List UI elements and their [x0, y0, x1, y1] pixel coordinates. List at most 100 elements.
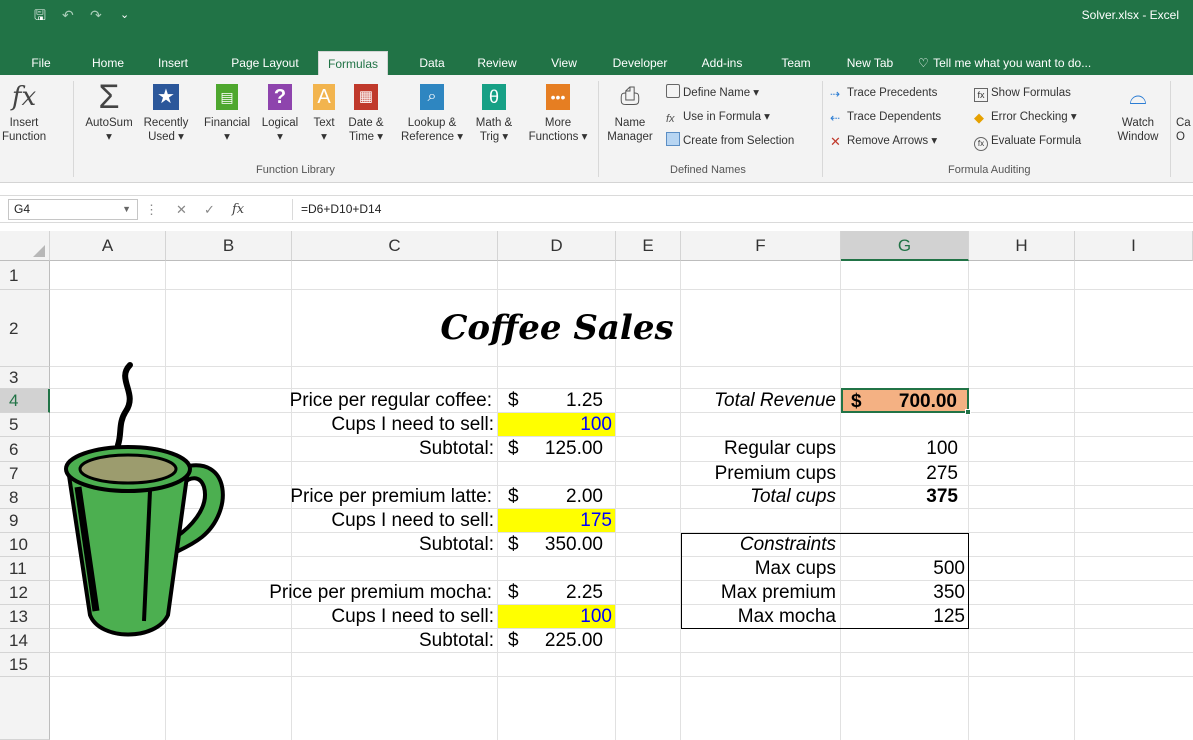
- row-header-9[interactable]: 9: [0, 509, 50, 533]
- column-header-c[interactable]: C: [292, 231, 498, 261]
- tab-developer[interactable]: Developer: [604, 51, 676, 75]
- more-functions-button[interactable]: ••• More Functions ▾: [524, 81, 592, 144]
- cell-d14[interactable]: $ 225.00: [498, 629, 615, 652]
- select-all-corner[interactable]: [0, 231, 50, 261]
- name-box[interactable]: G4 ▼: [8, 199, 138, 220]
- cell-g7[interactable]: 275: [841, 462, 968, 485]
- row-header-11[interactable]: 11: [0, 557, 50, 581]
- column-header-i[interactable]: I: [1075, 231, 1193, 261]
- cell-f12[interactable]: Max premium: [681, 581, 840, 604]
- tab-team[interactable]: Team: [772, 51, 820, 75]
- cell-d6[interactable]: $ 125.00: [498, 437, 615, 461]
- cell-f11[interactable]: Max cups: [681, 557, 840, 580]
- date-time-button[interactable]: ▦ Date & Time ▾: [340, 81, 392, 144]
- cell-c6[interactable]: Subtotal:: [292, 437, 497, 461]
- customize-quick-access-icon[interactable]: ⌄: [120, 0, 129, 30]
- cell-g13[interactable]: 125: [841, 605, 968, 628]
- cell-d4[interactable]: $ 1.25: [498, 389, 615, 412]
- cancel-icon[interactable]: ✕: [176, 200, 187, 220]
- remove-arrows-button[interactable]: ✕ Remove Arrows ▾: [830, 132, 937, 150]
- name-manager-button[interactable]: ⎙ Name Manager: [604, 81, 656, 144]
- redo-icon[interactable]: ↷: [90, 0, 102, 30]
- column-header-d[interactable]: D: [498, 231, 616, 261]
- cell-d12[interactable]: $ 2.25: [498, 581, 615, 604]
- tab-new-tab[interactable]: New Tab: [840, 51, 900, 75]
- show-formulas-button[interactable]: fx Show Formulas: [974, 84, 1071, 102]
- cell-f13[interactable]: Max mocha: [681, 605, 840, 628]
- tab-file[interactable]: File: [20, 51, 62, 75]
- evaluate-formula-button[interactable]: fx Evaluate Formula: [974, 132, 1081, 151]
- use-in-formula-button[interactable]: fx Use in Formula ▾: [666, 108, 770, 126]
- recently-used-button[interactable]: ★ Recently Used ▾: [140, 81, 192, 144]
- coffee-mug-image[interactable]: [52, 359, 252, 649]
- text-button[interactable]: A Text ▾: [308, 81, 340, 144]
- cell-g8[interactable]: 375: [841, 486, 968, 508]
- column-header-f[interactable]: F: [681, 231, 841, 261]
- row-header-2[interactable]: 2: [0, 290, 50, 367]
- lookup-reference-button[interactable]: ⌕ Lookup & Reference ▾: [396, 81, 468, 144]
- row-header-8[interactable]: 8: [0, 486, 50, 509]
- tab-home[interactable]: Home: [80, 51, 136, 75]
- formula-input[interactable]: =D6+D10+D14: [292, 199, 1187, 220]
- tab-review[interactable]: Review: [470, 51, 524, 75]
- cell-d10[interactable]: $ 350.00: [498, 533, 615, 556]
- cell-d13[interactable]: 100: [498, 605, 615, 628]
- column-header-a[interactable]: A: [50, 231, 166, 261]
- cell-g4-selected[interactable]: $ 700.00: [841, 388, 971, 415]
- trace-precedents-button[interactable]: ⇢ Trace Precedents: [830, 84, 937, 102]
- cell-c5[interactable]: Cups I need to sell:: [292, 413, 497, 436]
- save-icon[interactable]: 🖫: [34, 0, 46, 30]
- enter-icon[interactable]: ✓: [204, 200, 215, 220]
- column-header-h[interactable]: H: [969, 231, 1075, 261]
- tab-formulas[interactable]: Formulas: [318, 51, 389, 75]
- logical-button[interactable]: ? Logical ▾: [256, 81, 304, 144]
- watch-window-button[interactable]: ⌓ Watch Window: [1112, 81, 1164, 144]
- math-trig-button[interactable]: θ Math & Trig ▾: [468, 81, 520, 144]
- cell-d8[interactable]: $ 2.00: [498, 486, 615, 508]
- calculation-options-button[interactable]: Ca O: [1176, 81, 1193, 144]
- cell-c13[interactable]: Cups I need to sell:: [292, 605, 497, 628]
- row-header-10[interactable]: 10: [0, 533, 50, 557]
- autosum-button[interactable]: Σ AutoSum ▾: [78, 80, 140, 144]
- cell-f4[interactable]: Total Revenue: [681, 389, 840, 412]
- cell-d5[interactable]: 100: [498, 413, 615, 436]
- error-checking-button[interactable]: ◆ Error Checking ▾: [974, 108, 1077, 126]
- cell-c9[interactable]: Cups I need to sell:: [292, 509, 497, 532]
- cell-c10[interactable]: Subtotal:: [292, 533, 497, 556]
- tab-page-layout[interactable]: Page Layout: [222, 51, 308, 75]
- row-header-7[interactable]: 7: [0, 462, 50, 486]
- cell-c14[interactable]: Subtotal:: [292, 629, 497, 652]
- cell-f6[interactable]: Regular cups: [681, 437, 840, 461]
- insert-function-icon[interactable]: fx: [232, 200, 244, 220]
- tab-data[interactable]: Data: [408, 51, 456, 75]
- tab-insert[interactable]: Insert: [150, 51, 196, 75]
- chevron-down-icon[interactable]: ▼: [122, 200, 131, 219]
- row-header-5[interactable]: 5: [0, 413, 50, 437]
- tab-add-ins[interactable]: Add-ins: [694, 51, 750, 75]
- cell-g11[interactable]: 500: [841, 557, 968, 580]
- financial-button[interactable]: ▤ Financial ▾: [198, 81, 256, 144]
- column-header-b[interactable]: B: [166, 231, 292, 261]
- row-header-1[interactable]: 1: [0, 261, 50, 290]
- fill-handle[interactable]: [965, 409, 971, 415]
- row-header-15[interactable]: 15: [0, 653, 50, 677]
- cell-f8[interactable]: Total cups: [681, 486, 840, 508]
- tell-me-search[interactable]: ♡ Tell me what you want to do...: [918, 51, 1108, 75]
- tab-view[interactable]: View: [540, 51, 588, 75]
- cell-d9[interactable]: 175: [498, 509, 615, 532]
- undo-icon[interactable]: ↶: [62, 0, 74, 30]
- trace-dependents-button[interactable]: ⇠ Trace Dependents: [830, 108, 941, 126]
- row-header-14[interactable]: 14: [0, 629, 50, 653]
- create-from-selection-button[interactable]: Create from Selection: [666, 132, 794, 150]
- sheet-title[interactable]: Coffee Sales: [292, 290, 822, 366]
- column-header-g[interactable]: G: [841, 231, 969, 261]
- insert-function-button[interactable]: fx Insert Function: [2, 81, 46, 144]
- cell-f7[interactable]: Premium cups: [681, 462, 840, 485]
- column-header-e[interactable]: E: [616, 231, 681, 261]
- cell-g12[interactable]: 350: [841, 581, 968, 604]
- define-name-button[interactable]: Define Name ▾: [666, 84, 759, 102]
- cell-g6[interactable]: 100: [841, 437, 968, 461]
- row-header-12[interactable]: 12: [0, 581, 50, 605]
- row-header-6[interactable]: 6: [0, 437, 50, 462]
- row-header-13[interactable]: 13: [0, 605, 50, 629]
